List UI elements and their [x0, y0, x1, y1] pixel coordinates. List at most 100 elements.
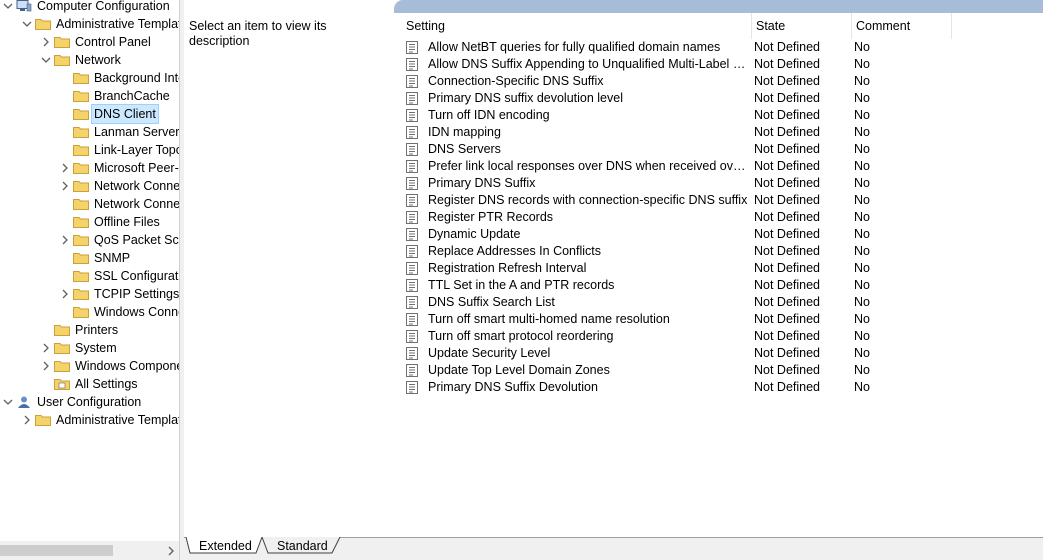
tree-item[interactable]: Administrative Template: [0, 411, 179, 429]
setting-comment: No: [854, 227, 870, 241]
table-row[interactable]: Turn off smart protocol reordering Not De…: [402, 328, 1043, 345]
column-header-state[interactable]: State: [752, 13, 852, 39]
chevron-right-icon[interactable]: [40, 339, 52, 357]
tree-item-label: SNMP: [94, 251, 131, 265]
tree-item-label: Windows Conne: [94, 305, 179, 319]
tree-item[interactable]: System: [0, 339, 179, 357]
chevron-down-icon[interactable]: [40, 51, 52, 69]
scrollbar-thumb[interactable]: [0, 545, 113, 556]
folder-icon: [73, 235, 89, 246]
table-row[interactable]: Update Top Level Domain Zones Not Defined…: [402, 362, 1043, 379]
table-row[interactable]: Register DNS records with connection-spe…: [402, 192, 1043, 209]
tree-horizontal-scrollbar[interactable]: [0, 541, 179, 560]
tree-item[interactable]: Offline Files: [0, 213, 179, 231]
chevron-right-icon[interactable]: [21, 411, 33, 429]
tree-item[interactable]: Microsoft Peer-to: [0, 159, 179, 177]
table-row[interactable]: IDN mapping Not Defined No: [402, 124, 1043, 141]
setting-state: Not Defined: [754, 193, 821, 207]
tree-item[interactable]: QoS Packet Sche: [0, 231, 179, 249]
setting-comment: No: [854, 108, 870, 122]
setting-state: Not Defined: [754, 278, 821, 292]
setting-comment: No: [854, 159, 870, 173]
column-header-setting[interactable]: Setting: [402, 13, 752, 39]
tab-extended[interactable]: Extended: [199, 537, 252, 555]
table-row[interactable]: Prefer link local responses over DNS whe…: [402, 158, 1043, 175]
tree-item[interactable]: Lanman Server: [0, 123, 179, 141]
setting-state: Not Defined: [754, 108, 821, 122]
tree-item[interactable]: Windows Conne: [0, 303, 179, 321]
tree-item[interactable]: BranchCache: [0, 87, 179, 105]
folder-icon: [54, 55, 70, 66]
setting-state: Not Defined: [754, 346, 821, 360]
policy-setting-icon: [406, 330, 418, 343]
setting-state: Not Defined: [754, 125, 821, 139]
setting-comment: No: [854, 40, 870, 54]
tree-item[interactable]: SNMP: [0, 249, 179, 267]
table-row[interactable]: Allow NetBT queries for fully qualified …: [402, 39, 1043, 56]
tree-item[interactable]: TCPIP Settings: [0, 285, 179, 303]
tree-item-label: Control Panel: [75, 35, 151, 49]
table-row[interactable]: Register PTR Records Not Defined No: [402, 209, 1043, 226]
chevron-right-icon[interactable]: [40, 33, 52, 51]
setting-name: Registration Refresh Interval: [428, 261, 587, 275]
tree-item[interactable]: Windows Componer: [0, 357, 179, 375]
tree-item-label: DNS Client: [91, 104, 159, 124]
table-row[interactable]: Primary DNS Suffix Not Defined No: [402, 175, 1043, 192]
table-row[interactable]: Dynamic Update Not Defined No: [402, 226, 1043, 243]
chevron-down-icon[interactable]: [2, 0, 14, 15]
tree-item[interactable]: User Configuration: [0, 393, 179, 411]
tree-item-label: QoS Packet Sche: [94, 233, 179, 247]
settings-pane: Select an item to view its description S…: [184, 0, 1043, 560]
tree-item[interactable]: Network Connect: [0, 195, 179, 213]
tree-item[interactable]: SSL Configuratio: [0, 267, 179, 285]
setting-comment: No: [854, 91, 870, 105]
table-row[interactable]: Primary DNS Suffix Devolution Not Defined…: [402, 379, 1043, 396]
chevron-right-icon[interactable]: [59, 231, 71, 249]
setting-state: Not Defined: [754, 380, 821, 394]
tree-item[interactable]: Network Connect: [0, 177, 179, 195]
tree-item[interactable]: DNS Client: [0, 104, 179, 124]
policy-setting-icon: [406, 58, 418, 71]
tree-item[interactable]: All Settings: [0, 375, 179, 393]
tree-item[interactable]: Administrative Templates: [0, 15, 179, 33]
tree-item[interactable]: Printers: [0, 321, 179, 339]
tree-item-label: BranchCache: [94, 89, 170, 103]
table-row[interactable]: Allow DNS Suffix Appending to Unqualifie…: [402, 56, 1043, 73]
header-strip: [394, 0, 1043, 13]
chevron-down-icon[interactable]: [21, 15, 33, 33]
tree-item[interactable]: Link-Layer Topol: [0, 141, 179, 159]
setting-state: Not Defined: [754, 312, 821, 326]
policy-setting-icon: [406, 41, 418, 54]
tree-item[interactable]: Computer Configuration: [0, 0, 179, 15]
tree-item[interactable]: Background Inte: [0, 69, 179, 87]
table-row[interactable]: DNS Suffix Search List Not Defined No: [402, 294, 1043, 311]
policy-setting-icon: [406, 347, 418, 360]
table-row[interactable]: Registration Refresh Interval Not Defined…: [402, 260, 1043, 277]
folder-icon: [35, 415, 51, 426]
setting-comment: No: [854, 380, 870, 394]
column-header-comment[interactable]: Comment: [852, 13, 952, 39]
chevron-right-icon[interactable]: [59, 285, 71, 303]
table-row[interactable]: DNS Servers Not Defined No: [402, 141, 1043, 158]
setting-name: Turn off smart protocol reordering: [428, 329, 614, 343]
policy-setting-icon: [406, 262, 418, 275]
setting-state: Not Defined: [754, 57, 821, 71]
setting-name: Update Security Level: [428, 346, 551, 360]
folder-icon: [73, 271, 89, 282]
tab-standard[interactable]: Standard: [277, 537, 328, 555]
scroll-right-icon[interactable]: [165, 544, 177, 558]
setting-name: Allow NetBT queries for fully qualified …: [428, 40, 721, 54]
table-row[interactable]: Turn off IDN encoding Not Defined No: [402, 107, 1043, 124]
table-row[interactable]: Primary DNS suffix devolution level Not D…: [402, 90, 1043, 107]
chevron-right-icon[interactable]: [59, 159, 71, 177]
chevron-down-icon[interactable]: [2, 393, 14, 411]
table-row[interactable]: Turn off smart multi-homed name resoluti…: [402, 311, 1043, 328]
tree-item[interactable]: Network: [0, 51, 179, 69]
tree-item[interactable]: Control Panel: [0, 33, 179, 51]
table-row[interactable]: Update Security Level Not Defined No: [402, 345, 1043, 362]
chevron-right-icon[interactable]: [59, 177, 71, 195]
table-row[interactable]: Replace Addresses In Conflicts Not Define…: [402, 243, 1043, 260]
table-row[interactable]: TTL Set in the A and PTR records Not Defi…: [402, 277, 1043, 294]
chevron-right-icon[interactable]: [40, 357, 52, 375]
table-row[interactable]: Connection-Specific DNS Suffix Not Define…: [402, 73, 1043, 90]
